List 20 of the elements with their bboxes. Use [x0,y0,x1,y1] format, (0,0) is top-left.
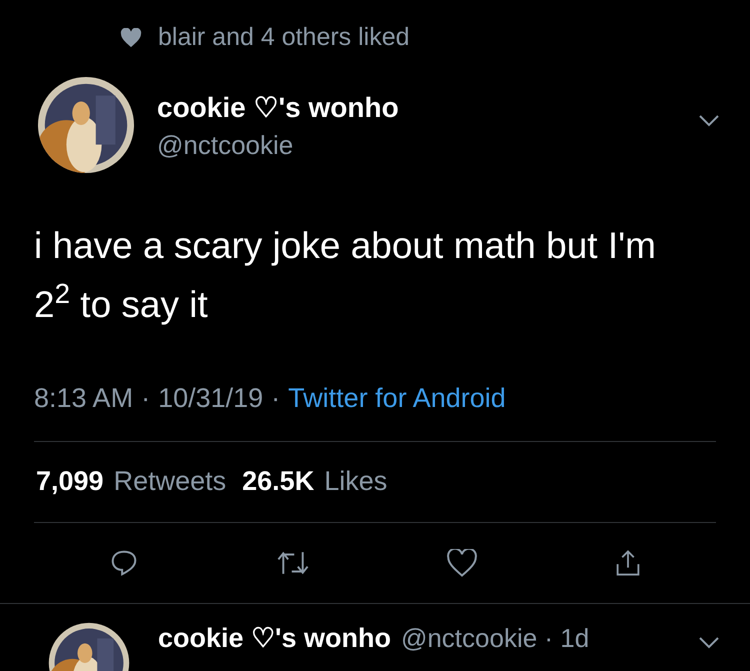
liked-by-text: blair and 4 others liked [158,22,410,54]
like-count: 26.5K [242,465,314,498]
likes-label[interactable]: Likes [324,461,388,502]
chevron-down-icon[interactable] [698,114,720,128]
separator-dot: · [141,382,150,415]
separator-dot: · [271,382,280,415]
tweet-time: 8:13 AM [34,382,134,415]
heart-icon [120,28,142,48]
heart-icon[interactable] [446,548,476,576]
chevron-down-icon[interactable] [698,636,720,650]
display-name[interactable]: cookie ♡'s wonho [157,90,698,125]
tweet-meta: @nctcookie · 1d [400,622,590,654]
tweet-source-link[interactable]: Twitter for Android [288,378,506,418]
display-name[interactable]: cookie ♡'s wonho [158,622,391,656]
retweet-count: 7,099 [36,465,104,498]
tweet-date: 10/31/19 [158,382,264,415]
tweet-text: i have a scary joke about math but I'm 2$^{2}$ to say it [34,224,656,327]
retweets-label[interactable]: Retweets [114,461,226,502]
share-icon[interactable] [614,548,642,578]
user-handle[interactable]: @nctcookie [157,129,698,162]
